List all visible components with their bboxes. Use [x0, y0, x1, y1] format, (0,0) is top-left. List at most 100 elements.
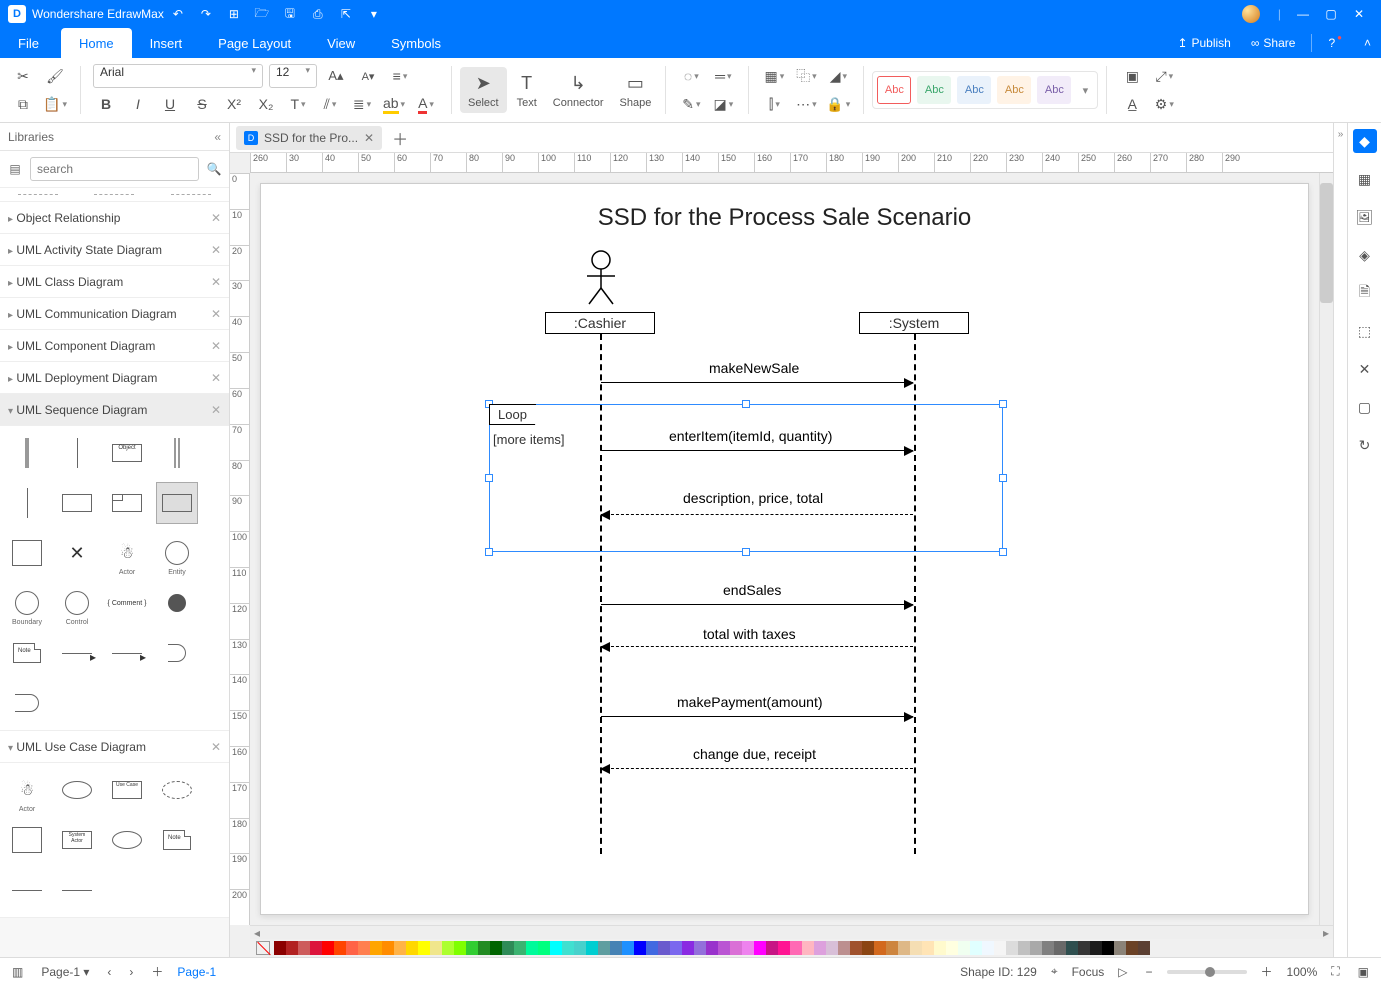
shape-actor[interactable]: ☃Actor	[106, 532, 148, 574]
color-swatch[interactable]	[730, 941, 742, 955]
shape-activation2[interactable]	[156, 432, 198, 474]
format-painter-button[interactable]: 🖌	[42, 64, 68, 88]
uc-usecase[interactable]	[56, 769, 98, 811]
flip-button[interactable]: ◢▾	[825, 64, 851, 88]
color-swatch[interactable]	[970, 941, 982, 955]
add-page-button[interactable]: ＋	[147, 963, 167, 980]
shape-boundary[interactable]: Boundary	[6, 582, 48, 624]
decrease-font-button[interactable]: A▾	[355, 64, 381, 88]
color-swatch[interactable]	[1090, 941, 1102, 955]
color-swatch[interactable]	[598, 941, 610, 955]
color-swatch[interactable]	[718, 941, 730, 955]
rtab-page[interactable]: 🗎	[1353, 281, 1377, 305]
uc-note[interactable]: Note	[156, 819, 198, 861]
color-swatch[interactable]	[322, 941, 334, 955]
color-swatch[interactable]	[874, 941, 886, 955]
color-swatch[interactable]	[442, 941, 454, 955]
color-swatch[interactable]	[346, 941, 358, 955]
rtab-grid[interactable]: ▦	[1353, 167, 1377, 191]
color-swatch[interactable]	[826, 941, 838, 955]
close-tab-icon[interactable]: ✕	[364, 131, 374, 145]
shape-fragment-selected[interactable]	[156, 482, 198, 524]
subscript-button[interactable]: X₂	[253, 92, 279, 116]
color-swatch[interactable]	[946, 941, 958, 955]
print-button[interactable]: ⎙	[304, 0, 332, 28]
selection-handle-w[interactable]	[485, 474, 493, 482]
uc-collab[interactable]	[156, 769, 198, 811]
color-swatch[interactable]	[310, 941, 322, 955]
color-swatch[interactable]	[382, 941, 394, 955]
page-thumbs-button[interactable]: ▥	[8, 965, 27, 979]
search-icon[interactable]: 🔍	[205, 162, 223, 176]
color-swatch[interactable]	[706, 941, 718, 955]
bullets-button[interactable]: ≣▾	[349, 92, 375, 116]
search-input[interactable]	[30, 157, 199, 181]
line-color-button[interactable]: ✎▾	[678, 92, 704, 116]
color-swatch[interactable]	[418, 941, 430, 955]
uc-system[interactable]	[6, 819, 48, 861]
color-swatch[interactable]	[586, 941, 598, 955]
lib-section-usecase[interactable]: ▾ UML Use Case Diagram✕	[0, 731, 229, 763]
copy-button[interactable]: ⧉	[10, 92, 36, 116]
publish-button[interactable]: ↥ Publish	[1167, 28, 1240, 58]
color-swatch[interactable]	[298, 941, 310, 955]
color-swatch[interactable]	[1138, 941, 1150, 955]
collapse-libraries-icon[interactable]: «	[214, 130, 221, 144]
shape-entity[interactable]: Entity	[156, 532, 198, 574]
smart-shape-button[interactable]: ⤢▾	[1151, 64, 1177, 88]
rtab-history[interactable]: ↻	[1353, 433, 1377, 457]
color-swatch[interactable]	[982, 941, 994, 955]
shape-control[interactable]: Control	[56, 582, 98, 624]
lib-section-sequence[interactable]: ▾ UML Sequence Diagram✕	[0, 394, 229, 426]
font-color-button[interactable]: A▾	[413, 92, 439, 116]
shape-activation[interactable]	[6, 432, 48, 474]
shape-state-end[interactable]	[156, 582, 198, 624]
horizontal-scrollbar[interactable]: ◂ ▸	[250, 925, 1333, 939]
rtab-export[interactable]: ⬚	[1353, 319, 1377, 343]
style-swatch-1[interactable]: Abc	[877, 76, 911, 104]
underline-button[interactable]: U	[157, 92, 183, 116]
color-swatch[interactable]	[478, 941, 490, 955]
tab-insert[interactable]: Insert	[132, 28, 201, 58]
maximize-button[interactable]: ▢	[1317, 0, 1345, 28]
color-swatch[interactable]	[1114, 941, 1126, 955]
lock-button[interactable]: 🔒▾	[825, 92, 851, 116]
style-swatch-5[interactable]: Abc	[1037, 76, 1071, 104]
color-swatch[interactable]	[538, 941, 550, 955]
tab-view[interactable]: View	[309, 28, 373, 58]
fit-page-button[interactable]: ▣	[1354, 965, 1373, 979]
color-swatch[interactable]	[1006, 941, 1018, 955]
align-shapes-button[interactable]: ⫿▾	[761, 92, 787, 116]
color-swatch[interactable]	[778, 941, 790, 955]
color-swatch[interactable]	[994, 941, 1006, 955]
style-swatch-2[interactable]: Abc	[917, 76, 951, 104]
color-swatch[interactable]	[910, 941, 922, 955]
color-swatch[interactable]	[502, 941, 514, 955]
lib-section-object-relationship[interactable]: ▸ Object Relationship✕	[0, 202, 229, 234]
shape-self[interactable]	[6, 682, 48, 724]
rtab-layers[interactable]: ◈	[1353, 243, 1377, 267]
lib-section-component[interactable]: ▸ UML Component Diagram✕	[0, 330, 229, 362]
avatar[interactable]	[1242, 5, 1260, 23]
shape-lifeline2[interactable]	[6, 482, 48, 524]
color-swatch[interactable]	[574, 941, 586, 955]
color-swatch[interactable]	[802, 941, 814, 955]
minimize-button[interactable]: —	[1289, 0, 1317, 28]
color-swatch[interactable]	[1018, 941, 1030, 955]
align-button[interactable]: ≡▾	[387, 64, 413, 88]
add-tab-button[interactable]: ＋	[392, 126, 408, 150]
shape-note[interactable]: Note	[6, 632, 48, 674]
uc-assoc2[interactable]	[56, 869, 98, 911]
paste-button[interactable]: 📋▾	[42, 92, 68, 116]
uc-interface[interactable]: Use Case	[106, 769, 148, 811]
share-button[interactable]: ∞ Share	[1241, 28, 1306, 58]
color-swatch[interactable]	[886, 941, 898, 955]
selection-handle-e[interactable]	[999, 474, 1007, 482]
color-swatch[interactable]	[634, 941, 646, 955]
vertical-scrollbar[interactable]	[1319, 173, 1333, 925]
font-combo[interactable]: Arial▾	[93, 64, 263, 88]
color-swatch[interactable]	[1042, 941, 1054, 955]
play-button[interactable]: ▷	[1114, 965, 1131, 979]
rtab-present[interactable]: ▢	[1353, 395, 1377, 419]
selection-handle-sw[interactable]	[485, 548, 493, 556]
